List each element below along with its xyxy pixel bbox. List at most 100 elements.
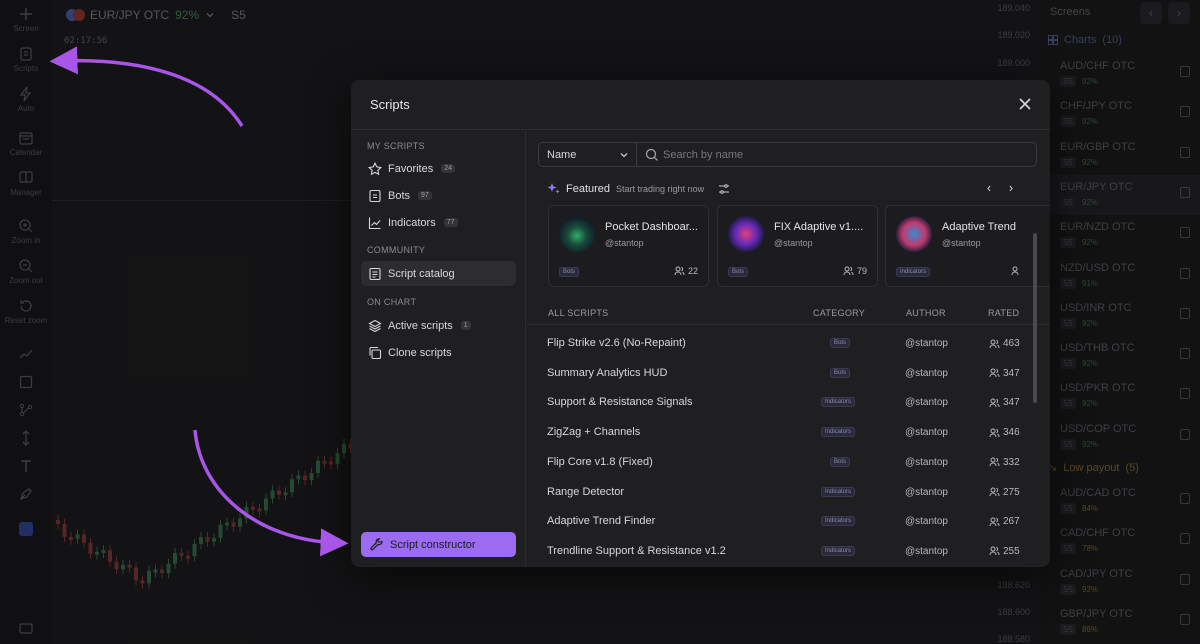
copy-icon[interactable] <box>1180 348 1190 360</box>
screens-sidebar: Screens ‹ › Charts (10) AUD/CHF OTC S5 92%… <box>1040 0 1200 644</box>
trend-line-tool[interactable] <box>0 346 52 362</box>
candle-body <box>69 536 73 540</box>
candle-body <box>108 550 112 562</box>
featured-subtitle: Start trading right now <box>616 183 705 194</box>
table-row[interactable]: Trendline Support & Resistance v1.2 Indic… <box>527 537 1037 567</box>
grid-icon <box>1048 35 1058 45</box>
tool-zoom-out[interactable]: Zoom out <box>0 258 52 285</box>
screen-pair-item[interactable]: USD/COP OTC S5 92% <box>1040 417 1200 457</box>
sidebar-item-script-catalog[interactable]: Script catalog <box>361 261 516 286</box>
featured-prev-icon[interactable]: ‹ <box>982 180 996 196</box>
screen-pair-item[interactable]: CAD/JPY OTC S5 92% <box>1040 562 1200 602</box>
rectangle-tool[interactable] <box>0 374 52 390</box>
candle-body <box>225 522 229 526</box>
copy-icon[interactable] <box>1180 573 1190 585</box>
sidebar-item-active-scripts[interactable]: Active scripts 1 <box>361 313 516 338</box>
close-icon[interactable] <box>1016 95 1034 113</box>
screen-pair-item[interactable]: USD/INR OTC S5 92% <box>1040 296 1200 336</box>
copy-icon[interactable] <box>1180 227 1190 239</box>
star-icon <box>368 161 382 175</box>
copy-icon[interactable] <box>1180 388 1190 400</box>
scrollbar[interactable] <box>1033 233 1037 403</box>
pair-name: EUR/GBP OTC <box>1060 140 1136 153</box>
tool-reset-zoom[interactable]: Reset zoom <box>0 298 52 325</box>
pen-tool[interactable] <box>0 486 52 502</box>
screen-pair-item[interactable]: USD/PKR OTC S5 92% <box>1040 376 1200 416</box>
screen-pair-item[interactable]: GBP/JPY OTC S5 86% <box>1040 602 1200 642</box>
copy-icon[interactable] <box>1180 493 1190 504</box>
next-icon[interactable]: › <box>1168 2 1190 24</box>
copy-icon[interactable] <box>1180 66 1190 77</box>
table-row[interactable]: Summary Analytics HUD Bots @stantop 347 <box>527 359 1037 389</box>
search-input[interactable] <box>663 147 1023 163</box>
prev-icon[interactable]: ‹ <box>1140 2 1162 24</box>
tool-calendar[interactable]: Calendar <box>0 130 52 157</box>
tool-auto[interactable]: Auto <box>0 86 52 113</box>
screen-pair-item[interactable]: USD/THB OTC S5 92% <box>1040 336 1200 376</box>
screen-pair-item[interactable]: CHF/JPY OTC S5 92% <box>1040 94 1200 134</box>
filter-icon[interactable] <box>718 183 730 195</box>
copy-icon[interactable] <box>1180 267 1190 279</box>
charts-group[interactable]: Charts (10) <box>1048 34 1122 46</box>
color-swatch[interactable] <box>19 522 33 536</box>
copy-icon[interactable] <box>1180 186 1190 198</box>
screen-pair-item[interactable]: EUR/JPY OTC S5 92% <box>1040 174 1200 215</box>
table-row[interactable]: Range Detector Indicators @stantop 275 <box>527 478 1037 508</box>
sort-select[interactable]: Name <box>538 142 637 167</box>
screen-pair-item[interactable]: AUD/CHF OTC S5 92% <box>1040 54 1200 94</box>
table-row[interactable]: Support & Resistance Signals Indicators @s… <box>527 388 1037 418</box>
table-row[interactable]: Flip Strike v2.6 (No-Repaint) Bots @stanto… <box>527 329 1037 359</box>
text-tool[interactable] <box>0 458 52 474</box>
script-constructor-button[interactable]: Script constructor <box>361 532 516 557</box>
table-row[interactable]: ZigZag + Channels Indicators @stantop 346 <box>527 418 1037 448</box>
tool-bottom[interactable] <box>0 620 52 636</box>
screen-pair-item[interactable]: EUR/NZD OTC S5 92% <box>1040 215 1200 255</box>
screen-pair-item[interactable]: AUD/CAD OTC S5 84% <box>1040 481 1200 521</box>
candle-body <box>303 475 307 481</box>
tool-label: Auto <box>17 104 35 113</box>
tool-zoom-in[interactable]: Zoom in <box>0 218 52 245</box>
copy-icon[interactable] <box>1180 613 1190 625</box>
left-toolbar: Screen Scripts Auto Calendar Manager Zoo… <box>0 0 52 644</box>
sidebar-item-bots[interactable]: Bots 97 <box>361 183 516 208</box>
copy-icon[interactable] <box>1180 307 1190 319</box>
sidebar-item-favorites[interactable]: Favorites 24 <box>361 156 516 181</box>
copy-icon[interactable] <box>1180 428 1190 440</box>
script-author: @stantop <box>905 338 948 349</box>
tool-screen[interactable]: Screen <box>0 6 52 33</box>
screen-pair-item[interactable]: EUR/GBP OTC S5 92% <box>1040 135 1200 175</box>
tool-scripts[interactable]: Scripts <box>0 46 52 73</box>
table-row[interactable]: Flip Core v1.8 (Fixed) Bots @stantop 332 <box>527 448 1037 478</box>
sidebar-item-label: Favorites <box>388 162 434 175</box>
featured-card[interactable]: Pocket Dashboar... @stantop Bots 22 <box>548 205 709 287</box>
copy-icon[interactable] <box>1180 533 1190 545</box>
category-badge: Bots <box>728 267 749 277</box>
tool-manager[interactable]: Manager <box>0 170 52 197</box>
payout-percent: 92% <box>1082 359 1099 369</box>
candle-body <box>121 564 125 570</box>
wrench-icon <box>370 537 383 550</box>
screen-pair-item[interactable]: NZD/USD OTC S5 91% <box>1040 256 1200 296</box>
users-icon <box>989 398 1000 407</box>
screen-pair-item[interactable]: CAD/CHF OTC S5 78% <box>1040 521 1200 561</box>
sidebar-item-clone-scripts[interactable]: Clone scripts <box>361 340 516 365</box>
table-row[interactable]: Adaptive Trend Finder Indicators @stantop 2… <box>527 507 1037 537</box>
section-on-chart: ON CHART <box>367 297 417 307</box>
category-badge: Indicators <box>821 427 856 438</box>
copy-icon[interactable] <box>1180 106 1190 118</box>
payout-percent: 84% <box>1082 504 1099 513</box>
category-badge: Bots <box>559 267 580 277</box>
candle-body <box>166 563 171 574</box>
featured-card[interactable]: FIX Adaptive v1.... @stantop Bots 79 <box>717 205 878 287</box>
copy-icon[interactable] <box>1180 146 1190 158</box>
featured-card[interactable]: Adaptive Trend @stantop Indicators <box>885 205 1050 287</box>
featured-next-icon[interactable]: › <box>1004 180 1018 196</box>
sidebar-item-indicators[interactable]: Indicators 77 <box>361 210 516 235</box>
candle-body <box>114 561 119 570</box>
category-badge: Indicators <box>896 267 931 277</box>
vertical-measure-tool[interactable] <box>0 430 52 446</box>
branch-tool[interactable] <box>0 402 52 418</box>
search-box[interactable] <box>637 142 1037 167</box>
payout-percent: 92% <box>1082 399 1099 409</box>
low-payout-group[interactable]: ↘ Low payout (5) <box>1048 461 1139 475</box>
